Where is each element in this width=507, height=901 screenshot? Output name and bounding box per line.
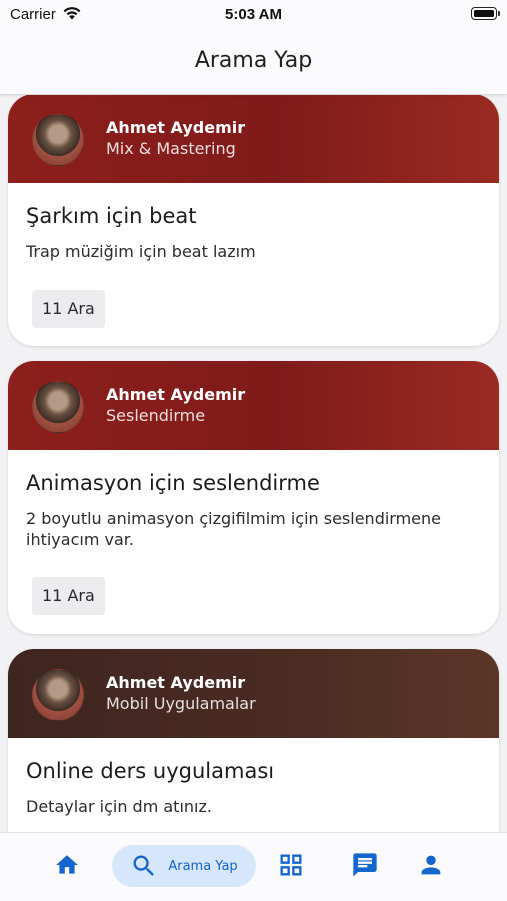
request-card[interactable]: Ahmet Aydemir Mix & Mastering Şarkım içi… (8, 95, 499, 346)
nav-profile[interactable] (410, 843, 452, 887)
card-title: Şarkım için beat (26, 204, 197, 228)
home-icon (53, 852, 81, 878)
card-title: Online ders uygulaması (26, 759, 275, 783)
user-name: Ahmet Aydemir (106, 385, 246, 404)
card-header: Ahmet Aydemir Mix & Mastering (8, 95, 499, 183)
battery-icon (471, 7, 500, 20)
nav-messages[interactable] (344, 843, 386, 887)
date-chip: 11 Ara (32, 290, 105, 328)
person-icon (417, 851, 445, 879)
category-label: Mobil Uygulamalar (106, 694, 256, 713)
chat-icon (351, 851, 379, 879)
bottom-nav: Arama Yap (0, 832, 507, 901)
card-description: Trap müziğim için beat lazım (26, 242, 256, 261)
nav-home[interactable] (46, 843, 88, 887)
avatar[interactable] (32, 669, 84, 721)
nav-search-label: Arama Yap (168, 858, 238, 874)
card-title: Animasyon için seslendirme (26, 471, 320, 495)
category-label: Seslendirme (106, 406, 206, 425)
nav-categories[interactable] (270, 843, 312, 887)
nav-search[interactable]: Arama Yap (112, 845, 256, 887)
user-name: Ahmet Aydemir (106, 673, 246, 692)
card-header: Ahmet Aydemir Mobil Uygulamalar (8, 649, 499, 738)
avatar[interactable] (32, 114, 84, 166)
request-card[interactable]: Ahmet Aydemir Mobil Uygulamalar Online d… (8, 649, 499, 832)
card-description: 2 boyutlu animasyon çizgifilmim için ses… (26, 509, 442, 549)
date-chip: 11 Ara (32, 577, 105, 615)
page-title: Arama Yap (194, 48, 313, 73)
status-bar: Carrier 5:03 AM (0, 0, 507, 30)
request-card[interactable]: Ahmet Aydemir Seslendirme Animasyon için… (8, 361, 499, 634)
search-icon (130, 852, 158, 880)
request-list[interactable]: Ahmet Aydemir Mix & Mastering Şarkım içi… (0, 95, 507, 832)
clock: 5:03 AM (225, 6, 282, 23)
card-description: Detaylar için dm atınız. (26, 797, 212, 816)
card-header: Ahmet Aydemir Seslendirme (8, 361, 499, 450)
user-name: Ahmet Aydemir (106, 118, 246, 137)
grid-icon (277, 851, 305, 879)
app-bar: Arama Yap (0, 30, 507, 95)
avatar[interactable] (32, 381, 84, 433)
category-label: Mix & Mastering (106, 139, 236, 158)
